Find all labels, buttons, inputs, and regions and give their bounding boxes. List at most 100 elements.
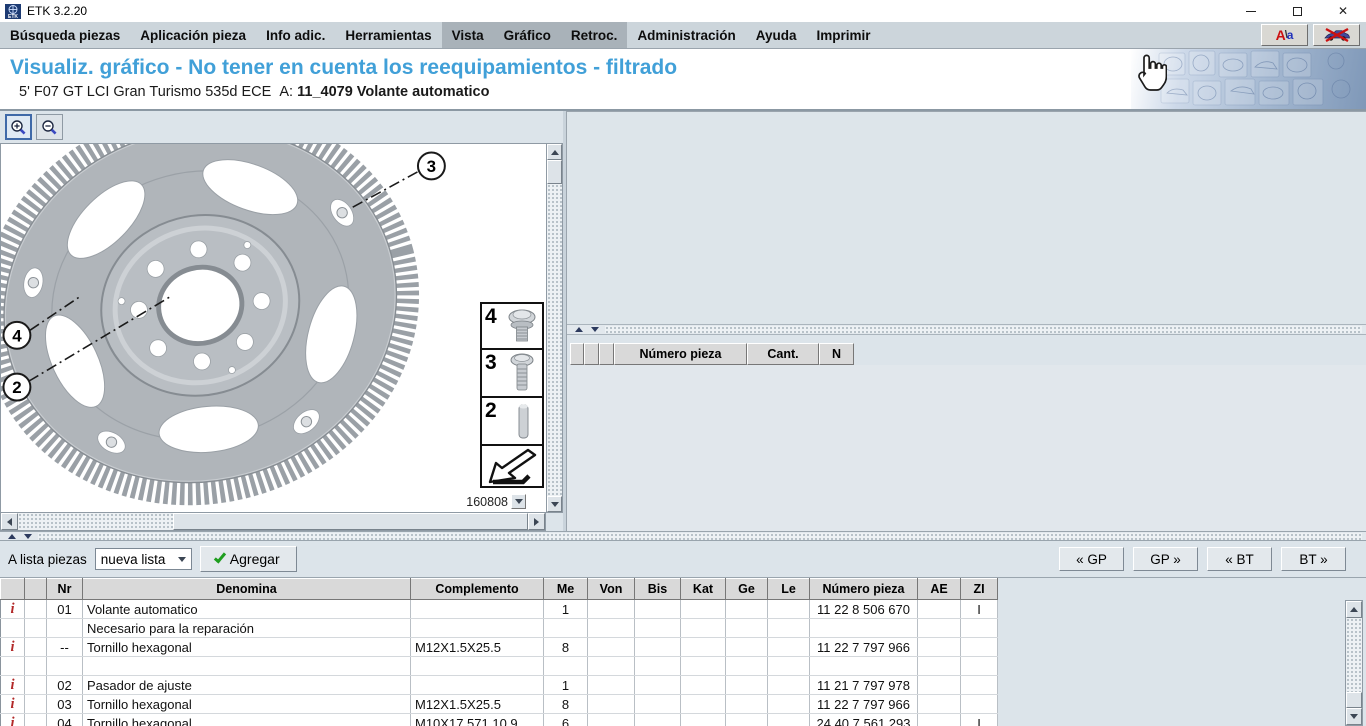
col-denomina[interactable]: Denomina: [83, 579, 411, 600]
graphic-horizontal-scrollbar[interactable]: [0, 513, 546, 531]
splitter-down-icon[interactable]: [591, 327, 599, 332]
col-nr[interactable]: Nr: [47, 579, 83, 600]
splitter-down-icon[interactable]: [24, 534, 32, 539]
etk-app-icon: ETK: [5, 4, 21, 19]
info-icon[interactable]: i: [1, 695, 25, 714]
menu-aplicacion-pieza[interactable]: Aplicación pieza: [130, 22, 256, 48]
parts-table-row[interactable]: Necesario para la reparación: [1, 619, 998, 638]
menu-imprimir[interactable]: Imprimir: [806, 22, 880, 48]
splitter-handle[interactable]: [38, 533, 1362, 540]
header-numero-pieza[interactable]: Número pieza: [614, 343, 747, 365]
splitter-up-icon[interactable]: [575, 327, 583, 332]
legend-item-4[interactable]: 4: [480, 302, 544, 350]
flange-bolt-icon: [500, 306, 540, 349]
menu-ayuda[interactable]: Ayuda: [746, 22, 807, 48]
check-icon: [214, 550, 226, 563]
scrollbar-thumb[interactable]: [547, 160, 562, 184]
bt-prev-button[interactable]: « BT: [1207, 547, 1272, 571]
col-von[interactable]: Von: [588, 579, 635, 600]
scrollbar-track[interactable]: [547, 184, 562, 496]
zoom-out-button[interactable]: [36, 114, 63, 140]
menu-info-adic[interactable]: Info adic.: [256, 22, 335, 48]
col-complemento[interactable]: Complemento: [411, 579, 544, 600]
cell-num: 11 22 7 797 966: [810, 695, 918, 714]
gp-prev-button[interactable]: « GP: [1059, 547, 1124, 571]
cell-num: 11 22 8 506 670: [810, 600, 918, 619]
scroll-up-button[interactable]: [1346, 601, 1362, 618]
dowel-pin-icon: [500, 400, 540, 443]
scrollbar-thumb[interactable]: [1346, 692, 1362, 708]
close-button[interactable]: ✕: [1320, 0, 1366, 22]
menu-busqueda-piezas[interactable]: Búsqueda piezas: [0, 22, 130, 48]
col-zi[interactable]: ZI: [961, 579, 998, 600]
cell-comp: [411, 676, 544, 695]
gp-next-button[interactable]: GP »: [1133, 547, 1198, 571]
parts-table-row[interactable]: i04Tornillo hexagonalM10X17 571 10.9624 …: [1, 714, 998, 726]
scrollbar-track[interactable]: [1346, 618, 1362, 708]
col-le[interactable]: Le: [768, 579, 810, 600]
cell-nr: 01: [47, 600, 83, 619]
scroll-down-button[interactable]: [1346, 708, 1362, 725]
col-me[interactable]: Me: [544, 579, 588, 600]
callout-2[interactable]: 2: [12, 378, 21, 397]
parts-table-row[interactable]: i--Tornillo hexagonalM12X1.5X25.5811 22 …: [1, 638, 998, 657]
cell-zi: [961, 695, 998, 714]
scrollbar-track[interactable]: [18, 513, 173, 530]
callout-4[interactable]: 4: [12, 326, 22, 345]
scrollbar-thumb[interactable]: [173, 513, 528, 530]
cell-ae: [918, 695, 961, 714]
splitter-up-icon[interactable]: [8, 534, 16, 539]
zoom-in-button[interactable]: [5, 114, 32, 140]
menu-administracion[interactable]: Administración: [627, 22, 745, 48]
graphic-vertical-scrollbar[interactable]: [546, 143, 563, 513]
menu-grafico[interactable]: Gráfico: [494, 22, 561, 48]
info-icon[interactable]: i: [1, 600, 25, 619]
graphic-toolbar: [0, 111, 563, 143]
callout-3[interactable]: 3: [427, 157, 436, 176]
info-icon[interactable]: i: [1, 676, 25, 695]
col-ge[interactable]: Ge: [726, 579, 768, 600]
add-button[interactable]: Agregar: [200, 546, 297, 572]
menu-herramientas[interactable]: Herramientas: [335, 22, 441, 48]
legend-item-3[interactable]: 3: [480, 350, 544, 398]
parts-vertical-scrollbar[interactable]: [1345, 600, 1363, 726]
parts-table-row[interactable]: i02Pasador de ajuste111 21 7 797 978: [1, 676, 998, 695]
menu-retroc[interactable]: Retroc.: [561, 22, 628, 48]
info-icon[interactable]: i: [1, 638, 25, 657]
menu-vista[interactable]: Vista: [442, 22, 494, 48]
cell-le: [768, 714, 810, 726]
col-kat[interactable]: Kat: [681, 579, 726, 600]
col-ae[interactable]: AE: [918, 579, 961, 600]
parts-table-row[interactable]: i01Volante automatico111 22 8 506 670I: [1, 600, 998, 619]
splitter-handle[interactable]: [605, 326, 1362, 333]
hide-vehicle-button[interactable]: [1313, 24, 1360, 46]
scroll-right-button[interactable]: [528, 513, 545, 530]
list-select[interactable]: nueva lista: [95, 548, 192, 570]
col-numero-pieza[interactable]: Número pieza: [810, 579, 918, 600]
header-cant[interactable]: Cant.: [747, 343, 819, 365]
restore-button[interactable]: [1274, 0, 1320, 22]
parts-table-row[interactable]: i03Tornillo hexagonalM12X1.5X25.5811 22 …: [1, 695, 998, 714]
cell-ge: [726, 676, 768, 695]
diagram-canvas[interactable]: 3 4 2 4: [0, 143, 546, 513]
cell-num: 24 40 7 561 293: [810, 714, 918, 726]
scroll-up-button[interactable]: [547, 144, 562, 160]
scroll-left-button[interactable]: [1, 513, 18, 530]
bt-next-button[interactable]: BT »: [1281, 547, 1346, 571]
cell-ae: [918, 676, 961, 695]
header-n[interactable]: N: [819, 343, 854, 365]
info-icon[interactable]: i: [1, 714, 25, 726]
minimize-button[interactable]: [1228, 0, 1274, 22]
font-size-button[interactable]: A\a: [1261, 24, 1308, 46]
drawing-select-button[interactable]: [511, 494, 526, 509]
main-splitter[interactable]: [0, 531, 1366, 541]
cell-le: [768, 619, 810, 638]
parts-table: Nr Denomina Complemento Me Von Bis Kat G…: [0, 578, 998, 726]
scroll-down-button[interactable]: [547, 496, 562, 512]
legend-item-2[interactable]: 2: [480, 398, 544, 446]
panel-splitter[interactable]: [567, 324, 1366, 335]
legend-number: 3: [485, 351, 497, 375]
direction-arrow-icon: [483, 447, 541, 485]
parts-table-row[interactable]: [1, 657, 998, 676]
col-bis[interactable]: Bis: [635, 579, 681, 600]
